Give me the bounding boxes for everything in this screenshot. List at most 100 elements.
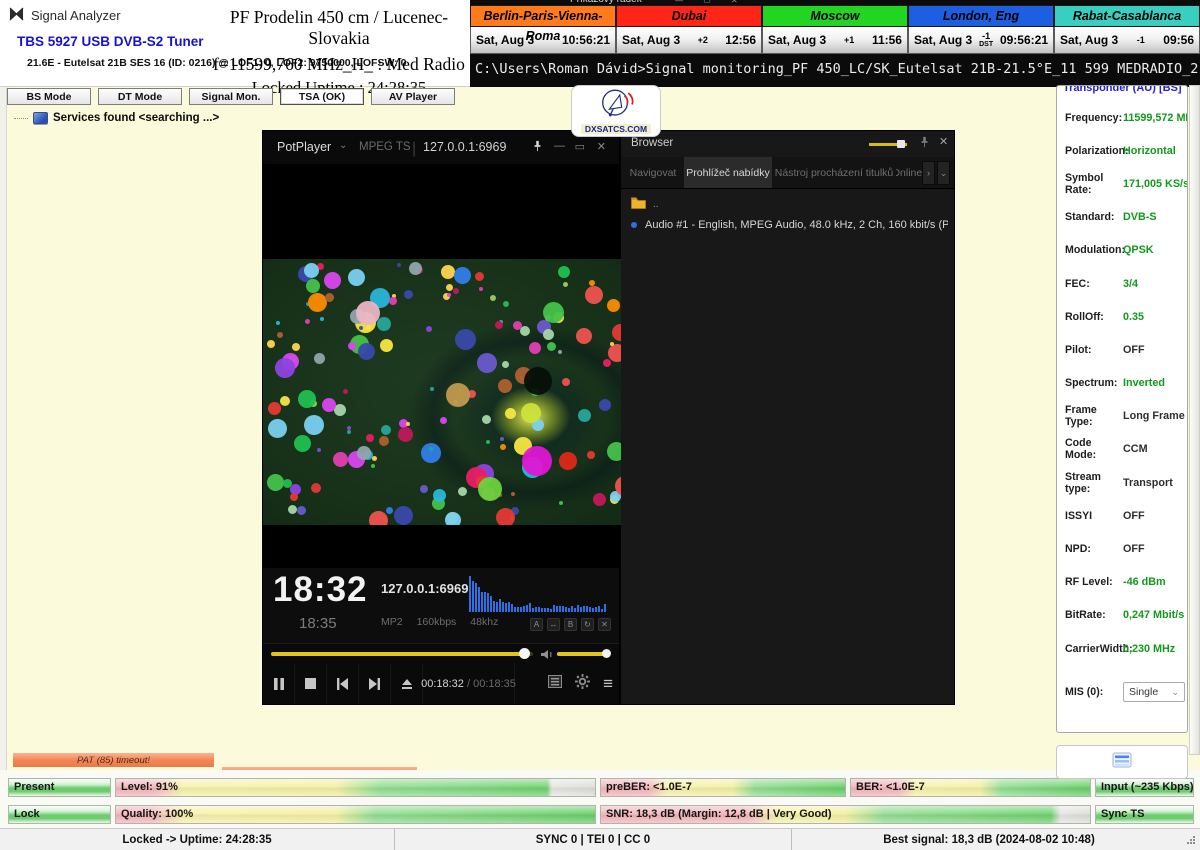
ab-b-button[interactable]: B [564,618,577,631]
mis-selected-value: Single [1129,686,1158,698]
command-prompt-window: Příkazový řádek — ▭ ✕ Berlin-Paris-Vienn… [470,0,1200,87]
stop-button[interactable] [295,663,327,704]
shuffle-button[interactable]: ✕ [598,618,611,631]
clock-datetime: Sat, Aug 3-1DST09:56:21 [908,27,1054,54]
volume-slider[interactable] [557,652,609,656]
tree-connector [14,118,28,119]
folder-up-row[interactable]: .. [631,197,659,212]
clock-offset-note: DST [979,41,993,48]
resize-grip[interactable] [1187,836,1197,846]
tv-icon [33,112,48,124]
maximize-icon[interactable]: ▭ [575,140,585,153]
pin-icon[interactable] [919,135,930,153]
playlist-button[interactable] [548,675,562,693]
meter-level: Level: 91% [115,778,596,797]
transponder-label: Frame Type: [1065,404,1123,428]
toolbar-button-tsa-ok-[interactable]: TSA (OK) [280,88,364,105]
clock-date: Sat, Aug 3 [768,33,826,47]
transponder-row: Frame Type:Long Frame [1057,400,1187,433]
player-titlebar[interactable]: PotPlayer ⌄ MPEG TS | 127.0.0.1:6969 — ▭… [263,131,619,164]
transponder-row: Frequency:11599,572 MHz [1057,101,1187,134]
transponder-value: 3/4 [1123,278,1138,290]
close-icon[interactable]: ✕ [597,140,606,153]
current-time: 00:18:32 [421,678,464,690]
transponder-rows: Frequency:11599,572 MHzPolarization:Hori… [1057,101,1187,665]
player-app-name[interactable]: PotPlayer [277,140,331,154]
seek-row [263,643,619,663]
clock-utc-offset: +1 [842,36,856,45]
clock-datetime: Sat, Aug 3-109:56 [1054,27,1200,54]
meter-present: Present [8,778,111,797]
elapsed-time: 18:32 [273,570,368,610]
video-visualization [263,259,621,525]
toolbar-button-bs-mode[interactable]: BS Mode [7,88,91,105]
menu-icon[interactable]: ≡ [603,674,613,694]
pin-icon[interactable] [532,140,543,155]
seek-bar[interactable] [271,652,533,656]
transponder-value: Long Frame [1123,410,1185,422]
toolbar-button-signal-mon-[interactable]: Signal Mon. [189,88,273,105]
meter-quality: Quality: 100% [115,805,596,824]
opacity-slider[interactable] [869,143,907,146]
browser-tab-2[interactable]: Nástroj procházení titulků [774,157,894,188]
services-tree-item[interactable]: Services found <searching ...> [14,112,219,124]
transponder-value: CCM [1123,443,1148,455]
clock-panel: MoscowSat, Aug 3+111:56 [762,5,908,54]
clock-time: 11:56 [872,33,902,47]
tab-scroll-right-icon[interactable]: › [922,161,935,185]
next-button[interactable] [359,663,391,704]
chevron-down-icon[interactable]: ⌄ [339,140,347,151]
toolbar-button-av-player[interactable]: AV Player [371,88,455,105]
toolbar-button-dt-mode[interactable]: DT Mode [98,88,182,105]
save-button[interactable] [1056,745,1188,779]
browser-tab-1[interactable]: Prohlížeč nabídky [684,157,772,188]
video-area[interactable] [263,164,619,568]
browser-tab-0[interactable]: Navigovat [624,157,682,188]
clock-datetime: Sat, Aug 3 +1 11:56 [762,27,908,54]
settings-gear-icon[interactable] [575,674,590,694]
clock-panel: London, EngSat, Aug 3-1DST09:56:21 [908,5,1054,54]
minimize-icon[interactable]: — [554,140,565,152]
transponder-label: CarrierWidth: [1065,643,1123,655]
stream-source: 127.0.0.1:6969 [423,140,506,154]
transponder-value: DVB-S [1123,211,1157,223]
transponder-title: Transponder (AU) [BS] [1063,85,1187,94]
ab-a-button[interactable]: A [530,618,543,631]
audio-track-item[interactable]: Audio #1 - English, MPEG Audio, 48.0 kHz… [631,219,948,231]
browser-title: Browser [631,137,673,149]
volume-knob[interactable] [602,649,611,658]
total-time: 18:35 [299,615,337,632]
clock-time: 12:56 [725,33,756,47]
console-prompt[interactable]: C:\Users\Roman Dávid>Signal monitoring_P… [475,61,1200,77]
opacity-slider-knob[interactable] [897,140,905,148]
transponder-row: RollOff:0.35 [1057,300,1187,333]
world-clocks: Berlin-Paris-Vienna-RomaSat, Aug 310:56:… [470,5,1200,54]
transponder-value: QPSK [1123,244,1154,256]
transponder-value: Horizontal [1123,145,1176,157]
divider: | [412,140,416,158]
eject-button[interactable] [391,663,423,704]
pause-button[interactable] [263,663,295,704]
transponder-label: NPD: [1065,543,1123,555]
tab-list-dropdown-icon[interactable]: ⌄ [937,161,950,185]
clock-offset-hours: -1 [982,32,990,41]
vertical-scrollbar[interactable] [1189,85,1200,755]
ab-swap-button[interactable]: ↔ [547,618,560,631]
transponder-row: Modulation:QPSK [1057,234,1187,267]
folder-up-label: .. [653,199,659,210]
transponder-label: RF Level: [1065,576,1123,588]
stripe-list-icon [1112,752,1132,773]
audio-track-label: Audio #1 - English, MPEG Audio, 48.0 kHz… [645,219,948,231]
transponder-value: Inverted [1123,377,1165,389]
seek-knob[interactable] [519,648,530,659]
repeat-button[interactable]: ↻ [581,618,594,631]
signal-analyzer-app: Signal Analyzer TBS 5927 USB DVB-S2 Tune… [0,0,1200,850]
player-controls: 00:18:32 / 00:18:35 ≡ [263,663,619,704]
clock-date: Sat, Aug 3 [914,33,972,47]
clock-time: 09:56 [1163,33,1194,47]
status-lock-uptime: Locked -> Uptime: 24:28:35 [0,829,394,850]
close-icon[interactable]: ✕ [939,135,948,148]
transponder-panel: Transponder (AU) [BS] Frequency:11599,57… [1056,85,1188,733]
previous-button[interactable] [327,663,359,704]
mis-select[interactable]: Single ⌄ [1123,682,1185,702]
